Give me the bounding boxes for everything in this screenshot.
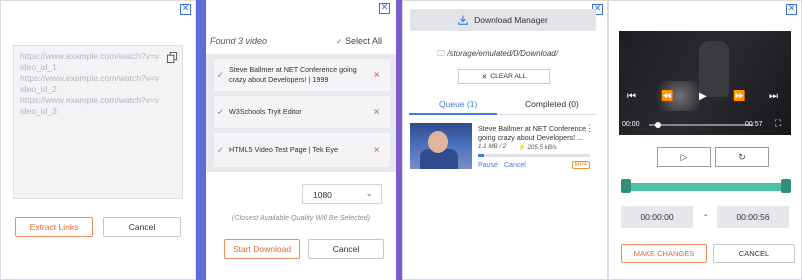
- start-time-field[interactable]: 00:00:00: [621, 206, 693, 228]
- trim-range[interactable]: [621, 183, 791, 191]
- download-manager-button[interactable]: Download Manager: [410, 9, 596, 31]
- download-manager-panel: ✕ Download Manager 🗀 /storage/emulated/0…: [402, 0, 608, 280]
- download-item: Steve Ballmer at NET Conference going cr…: [410, 123, 594, 171]
- video-player[interactable]: ⏮ ⏪ ▶ ⏩ ⏭ 00:00 00:57 ⛶: [619, 31, 791, 135]
- cancel-button[interactable]: Cancel: [103, 217, 181, 237]
- start-download-button[interactable]: Start Download: [224, 239, 300, 259]
- folder-icon: 🗀: [437, 49, 445, 58]
- cancel-button[interactable]: CANCEL: [713, 244, 795, 263]
- pause-button[interactable]: Pause: [478, 162, 498, 169]
- more-options-icon[interactable]: ⋮: [585, 123, 594, 134]
- seek-handle[interactable]: [655, 122, 661, 128]
- fast-forward-icon[interactable]: ⏩: [733, 91, 745, 102]
- video-title: Steve Ballmer at NET Conference going cr…: [229, 65, 357, 84]
- rewind-icon[interactable]: ⏪: [661, 91, 673, 102]
- found-count-text: Found 3 video: [210, 36, 268, 46]
- skip-next-icon[interactable]: ⏭: [769, 91, 778, 102]
- video-item[interactable]: ✓ Steve Ballmer at NET Conference going …: [214, 59, 390, 91]
- download-manager-label: Download Manager: [474, 15, 548, 25]
- clear-all-button[interactable]: ✕ CLEAR ALL: [458, 69, 550, 84]
- clear-all-label: CLEAR ALL: [490, 73, 527, 80]
- download-size: 1.1 MB / 2: [478, 143, 507, 150]
- close-icon: ✕: [481, 73, 488, 81]
- chevron-down-icon: ⌄: [365, 188, 373, 198]
- total-time: 00:57: [745, 121, 763, 128]
- extract-links-button[interactable]: Extract Links: [15, 217, 93, 237]
- quality-value: 1080: [313, 190, 332, 200]
- format-badge: MP4: [571, 161, 590, 169]
- end-time-field[interactable]: 00:00:56: [717, 206, 789, 228]
- progress-fill: [478, 154, 484, 157]
- video-select-panel: ✕ Found 3 video ✓ Select All ✓ Steve Bal…: [196, 0, 402, 280]
- trim-start-handle[interactable]: [621, 179, 631, 193]
- download-path: 🗀 /storage/emulated/0/Download/: [437, 48, 558, 62]
- reset-button[interactable]: ↻: [715, 147, 769, 167]
- video-title: W3Schools Tryit Editor: [229, 107, 302, 116]
- quality-note: (Closest Available Quality Will Be Selec…: [231, 213, 371, 222]
- video-item[interactable]: ✓ W3Schools Tryit Editor ✕: [214, 96, 390, 128]
- tab-queue[interactable]: Queue (1): [439, 99, 477, 109]
- path-text: /storage/emulated/0/Download/: [447, 49, 558, 58]
- download-icon: [458, 15, 468, 25]
- speed-text: 205.5 kB/s: [527, 144, 557, 151]
- close-icon[interactable]: ✕: [180, 4, 191, 15]
- copy-icon[interactable]: [167, 52, 178, 63]
- skip-previous-icon[interactable]: ⏮: [627, 91, 636, 102]
- cancel-button[interactable]: Cancel: [308, 239, 384, 259]
- make-changes-button[interactable]: MAKE CHANGES: [621, 244, 707, 263]
- active-tab-indicator: [409, 113, 497, 115]
- video-title: HTML5 Video Test Page | Tek Eye: [229, 145, 338, 154]
- check-icon[interactable]: ✓: [217, 71, 224, 80]
- url-textarea[interactable]: https://www.example.com/watch?v=video_id…: [13, 45, 183, 199]
- play-preview-button[interactable]: ▷: [657, 147, 711, 167]
- remove-icon[interactable]: ✕: [373, 146, 380, 155]
- extract-links-panel: ✕ https://www.example.com/watch?v=video_…: [0, 0, 196, 280]
- close-icon[interactable]: ✕: [379, 3, 390, 14]
- progress-bar: [478, 154, 590, 157]
- download-speed: ⚡ 205.5 kB/s: [518, 143, 557, 151]
- fullscreen-icon[interactable]: ⛶: [775, 118, 781, 129]
- play-outline-icon: ▷: [680, 151, 688, 162]
- trim-end-handle[interactable]: [781, 179, 791, 193]
- refresh-icon: ↻: [738, 151, 746, 162]
- remove-icon[interactable]: ✕: [373, 108, 380, 117]
- quality-select[interactable]: 1080 ⌄: [302, 184, 382, 204]
- range-dash: -: [704, 210, 708, 221]
- play-icon[interactable]: ▶: [699, 91, 707, 102]
- video-item[interactable]: ✓ HTML5 Video Test Page | Tek Eye ✕: [214, 133, 390, 167]
- video-list: ✓ Steve Ballmer at NET Conference going …: [206, 54, 396, 172]
- check-icon: ✓: [335, 37, 343, 46]
- current-time: 00:00: [622, 121, 640, 128]
- close-icon[interactable]: ✕: [786, 4, 797, 15]
- check-icon[interactable]: ✓: [217, 146, 224, 155]
- lightning-icon: ⚡: [518, 144, 526, 151]
- check-icon[interactable]: ✓: [217, 108, 224, 117]
- url-list-text: https://www.example.com/watch?v=video_id…: [20, 51, 160, 116]
- select-all-label: Select All: [344, 36, 382, 46]
- video-thumbnail: [410, 123, 472, 169]
- seek-bar[interactable]: [649, 124, 753, 126]
- tab-completed[interactable]: Completed (0): [525, 99, 579, 109]
- download-title: Steve Ballmer at NET Conference going cr…: [478, 124, 587, 142]
- select-all-button[interactable]: ✓ Select All: [336, 36, 382, 46]
- cancel-download-button[interactable]: Cancel: [504, 162, 526, 169]
- remove-icon[interactable]: ✕: [373, 71, 380, 80]
- video-trim-panel: ✕ ⏮ ⏪ ▶ ⏩ ⏭ 00:00 00:57 ⛶ ▷ ↻ 00:00:00 -…: [608, 0, 802, 280]
